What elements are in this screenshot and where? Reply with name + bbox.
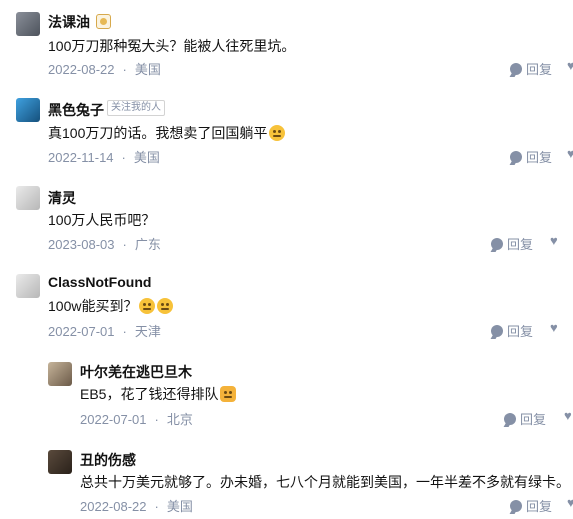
reply-item: 叶尔羌在逃巴旦木 EB5，花了钱还得排队 2022-07-01 · 北京 回复 ♥ bbox=[0, 350, 573, 438]
avatar[interactable] bbox=[16, 186, 40, 210]
reply-meta: 2022-07-01 · 北京 bbox=[80, 412, 193, 427]
reply-button[interactable]: 回复 bbox=[510, 496, 552, 515]
reply-author[interactable]: 丑的伤感 bbox=[80, 450, 136, 470]
comment-location: 美国 bbox=[133, 150, 160, 165]
cool-emoji-icon bbox=[157, 298, 174, 314]
reply-button[interactable]: 回复 bbox=[504, 409, 546, 428]
avatar[interactable] bbox=[16, 12, 40, 36]
cool-emoji-icon bbox=[139, 298, 156, 314]
reply-text: EB5，花了钱还得排队 bbox=[80, 384, 237, 404]
reply-author[interactable]: 叶尔羌在逃巴旦木 bbox=[80, 362, 192, 382]
comment-meta: 2022-07-01 · 天津 bbox=[48, 324, 161, 339]
comment-text: 100万人民币吧？ bbox=[48, 212, 156, 228]
comment-item: 法课油 100万刀那种冤大头？能被人往死里坑。 2022-08-22 · 美国 回复… bbox=[0, 0, 573, 88]
avatar[interactable] bbox=[48, 362, 72, 386]
heart-icon[interactable]: ♥ bbox=[564, 408, 572, 423]
comment-date: 2022-11-14 bbox=[48, 150, 114, 165]
reply-button[interactable]: 回复 bbox=[510, 59, 552, 78]
medal-icon bbox=[96, 14, 111, 29]
reply-text: 总共十万美元就够了。办未婚，七八个月就能到美国，一年半差不多就有绿卡。 bbox=[80, 474, 570, 490]
comment-item: ClassNotFound 100w能买到？ 2022-07-01 · 天津 回复 … bbox=[0, 262, 573, 350]
reply-item: 丑的伤感 总共十万美元就够了。办未婚，七八个月就能到美国，一年半差不多就有绿卡。… bbox=[0, 438, 573, 519]
comment-text: 100w能买到？ bbox=[48, 296, 174, 316]
reply-date: 2022-08-22 bbox=[80, 499, 147, 514]
comment-icon bbox=[510, 150, 522, 163]
reply-button[interactable]: 回复 bbox=[491, 321, 533, 340]
reply-button[interactable]: 回复 bbox=[491, 234, 533, 253]
heart-icon[interactable]: ♥ bbox=[567, 146, 573, 161]
comment-location: 广东 bbox=[134, 237, 161, 252]
reply-date: 2022-07-01 bbox=[80, 412, 147, 427]
reply-location: 美国 bbox=[166, 499, 193, 514]
comment-meta: 2022-08-22 · 美国 bbox=[48, 62, 161, 77]
comment-date: 2023-08-03 bbox=[48, 237, 115, 252]
comment-location: 天津 bbox=[134, 324, 161, 339]
comment-meta: 2022-11-14 · 美国 bbox=[48, 150, 160, 165]
comment-text: 100万刀那种冤大头？能被人往死里坑。 bbox=[48, 38, 296, 54]
comment-author[interactable]: ClassNotFound bbox=[48, 274, 151, 290]
comment-meta: 2023-08-03 · 广东 bbox=[48, 237, 161, 252]
comment-icon bbox=[510, 499, 522, 512]
comment-item: 清灵 100万人民币吧？ 2023-08-03 · 广东 回复 ♥ bbox=[0, 176, 573, 262]
heart-icon[interactable]: ♥ bbox=[550, 320, 558, 335]
reply-meta: 2022-08-22 · 美国 bbox=[80, 499, 193, 514]
reply-button[interactable]: 回复 bbox=[510, 147, 552, 166]
heart-icon[interactable]: ♥ bbox=[567, 495, 573, 510]
comment-icon bbox=[491, 324, 503, 337]
comment-item: 黑色兔子 关注我的人 真100万刀的话。我想卖了回国躺平 2022-11-14 ·… bbox=[0, 88, 573, 176]
avatar[interactable] bbox=[48, 450, 72, 474]
comment-icon bbox=[504, 412, 516, 425]
laughing-emoji-icon bbox=[269, 125, 286, 141]
avatar[interactable] bbox=[16, 98, 40, 122]
reply-location: 北京 bbox=[166, 412, 193, 427]
comment-location: 美国 bbox=[134, 62, 161, 77]
comment-icon bbox=[491, 237, 503, 250]
heart-icon[interactable]: ♥ bbox=[567, 58, 573, 73]
cat-emoji-icon bbox=[220, 386, 237, 402]
comment-date: 2022-07-01 bbox=[48, 324, 115, 339]
comment-author[interactable]: 法课油 bbox=[48, 12, 90, 32]
heart-icon[interactable]: ♥ bbox=[550, 233, 558, 248]
comment-date: 2022-08-22 bbox=[48, 62, 115, 77]
follower-tag: 关注我的人 bbox=[107, 100, 165, 116]
comment-text: 真100万刀的话。我想卖了回国躺平 bbox=[48, 123, 286, 143]
comment-author[interactable]: 黑色兔子 bbox=[48, 100, 104, 120]
comment-author[interactable]: 清灵 bbox=[48, 188, 76, 208]
comment-icon bbox=[510, 62, 522, 75]
avatar[interactable] bbox=[16, 274, 40, 298]
